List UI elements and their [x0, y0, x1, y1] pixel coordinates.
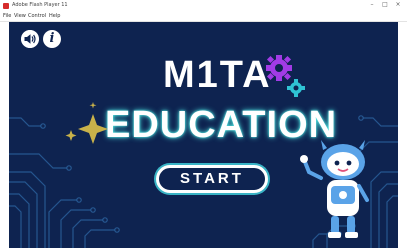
info-button[interactable]: i — [43, 30, 61, 48]
start-button-label: START — [180, 170, 244, 187]
flash-app-icon — [3, 3, 9, 9]
start-button[interactable]: START — [156, 165, 268, 193]
menu-file[interactable]: File — [3, 13, 11, 19]
game-title-line2: EDUCATION — [105, 104, 338, 146]
window-title: Adobe Flash Player 11 — [12, 2, 68, 8]
menu-view[interactable]: View — [14, 13, 26, 19]
speaker-icon[interactable] — [21, 30, 39, 48]
game-title-line1: M1TA — [163, 54, 272, 96]
close-button[interactable]: × — [394, 1, 402, 8]
info-icon: i — [49, 31, 55, 46]
minimize-button[interactable]: – — [368, 1, 376, 8]
menu-control[interactable]: Control — [28, 13, 46, 19]
maximize-button[interactable]: □ — [381, 1, 389, 8]
window-titlebar: Adobe Flash Player 11 – □ × — [0, 0, 407, 11]
menu-bar: File View Control Help — [0, 11, 407, 22]
menu-help[interactable]: Help — [49, 13, 60, 19]
game-stage: i M1TA EDUCATION START — [9, 22, 398, 248]
